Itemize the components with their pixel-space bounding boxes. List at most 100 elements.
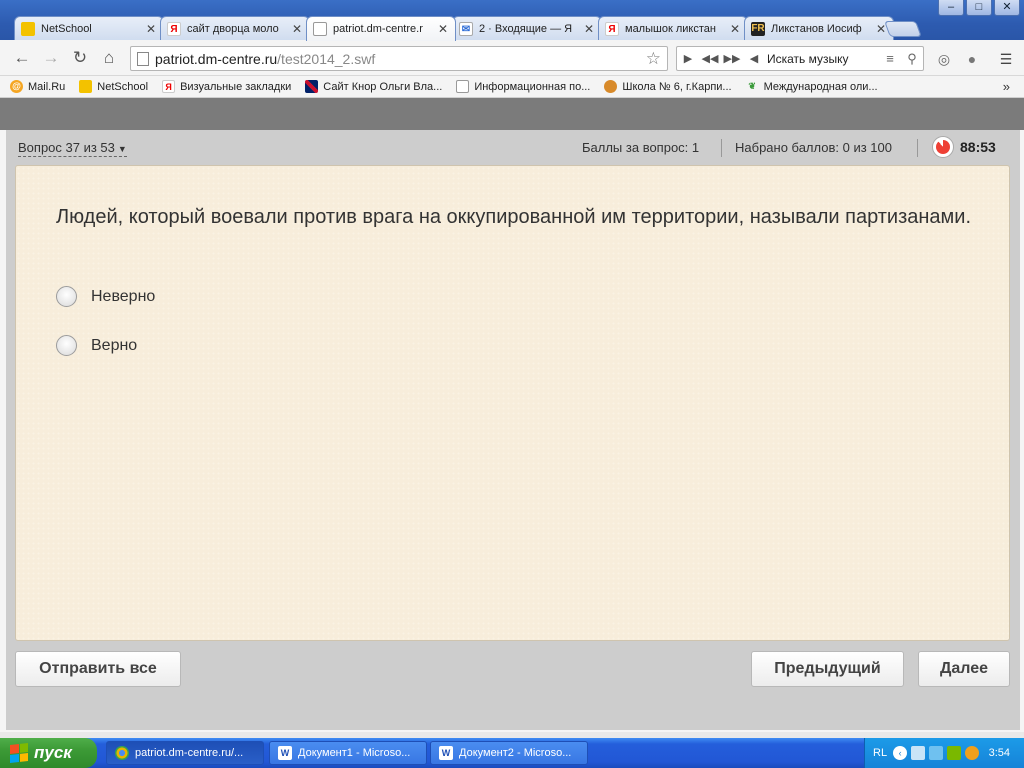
reload-icon[interactable]: ↻ bbox=[70, 48, 90, 68]
network-icon[interactable] bbox=[911, 746, 926, 760]
window-controls: – □ ✕ bbox=[938, 0, 1020, 16]
question-navigator[interactable]: Вопрос 37 из 53 ▼ bbox=[18, 140, 127, 157]
close-icon[interactable]: ✕ bbox=[291, 22, 303, 36]
url-host: patriot.dm-centre.ru bbox=[155, 50, 278, 67]
answer-label[interactable]: Верно bbox=[91, 337, 137, 355]
radio-button[interactable] bbox=[56, 335, 77, 356]
netschool-icon bbox=[21, 22, 35, 36]
clock: 3:54 bbox=[988, 747, 1010, 759]
nvidia-icon[interactable] bbox=[947, 746, 962, 760]
close-icon[interactable]: ✕ bbox=[145, 22, 157, 36]
bookmark-mailru[interactable]: @ Mail.Ru bbox=[10, 80, 65, 93]
extension-icon[interactable]: ◎ bbox=[934, 49, 954, 69]
page-content: Вопрос 37 из 53 ▼ Баллы за вопрос: 1 Набр… bbox=[0, 98, 1024, 732]
tab-title: patriot.dm-centre.r bbox=[333, 23, 423, 35]
answer-option-false[interactable]: Неверно bbox=[56, 286, 155, 307]
bookmark-olympiad[interactable]: ❦ Международная оли... bbox=[746, 80, 878, 93]
tab-yandex-palace[interactable]: Я сайт дворца моло ✕ bbox=[160, 16, 310, 41]
music-search-widget[interactable]: ▶ ◀◀ ▶▶ ◀ Искать музыку ≡ ⚲ bbox=[676, 46, 924, 71]
speaker-icon[interactable]: ◀ bbox=[743, 52, 765, 65]
start-button[interactable]: пуск bbox=[0, 738, 97, 768]
points-total: Набрано баллов: 0 из 100 bbox=[735, 140, 892, 155]
windows-taskbar: пуск patriot.dm-centre.ru/... W Документ… bbox=[0, 738, 1024, 768]
tab-likstanov[interactable]: FR Ликстанов Иосиф ✕ bbox=[744, 16, 894, 41]
bookmark-label: Сайт Кнор Ольги Вла... bbox=[323, 80, 443, 93]
tab-title: малышок ликстан bbox=[625, 23, 716, 35]
bookmark-label: Школа № 6, г.Карпи... bbox=[622, 80, 732, 93]
word-icon: W bbox=[278, 746, 292, 760]
new-tab-button[interactable] bbox=[884, 21, 922, 37]
radio-button[interactable] bbox=[56, 286, 77, 307]
fr-icon: FR bbox=[751, 22, 765, 36]
task-label: Документ1 - Microso... bbox=[298, 747, 411, 759]
bookmark-school6[interactable]: Школа № 6, г.Карпи... bbox=[604, 80, 732, 93]
home-icon[interactable]: ⌂ bbox=[99, 48, 119, 68]
divider bbox=[917, 139, 918, 157]
submit-all-button[interactable]: Отправить все bbox=[15, 651, 181, 687]
page-icon bbox=[456, 80, 470, 93]
page-icon bbox=[313, 22, 327, 36]
tab-malyshok[interactable]: Я малышок ликстан ✕ bbox=[598, 16, 748, 41]
play-icon[interactable]: ▶ bbox=[677, 52, 699, 65]
answer-label[interactable]: Неверно bbox=[91, 288, 155, 306]
browser-tab-strip: NetSchool ✕ Я сайт дворца моло ✕ patriot… bbox=[0, 0, 1024, 41]
taskbar-item-chrome[interactable]: patriot.dm-centre.ru/... bbox=[106, 741, 264, 765]
search-icon[interactable]: ⚲ bbox=[901, 51, 923, 67]
bookmark-star-icon[interactable]: ☆ bbox=[646, 49, 661, 69]
menu-icon[interactable]: ☰ bbox=[996, 49, 1016, 69]
tab-netschool[interactable]: NetSchool ✕ bbox=[14, 16, 164, 41]
system-tray: RL ‹ 3:54 bbox=[864, 738, 1024, 768]
music-search-label[interactable]: Искать музыку bbox=[765, 52, 879, 66]
close-icon[interactable]: ✕ bbox=[729, 22, 741, 36]
answer-option-true[interactable]: Верно bbox=[56, 335, 137, 356]
close-window-button[interactable]: ✕ bbox=[994, 0, 1020, 16]
bookmark-label: Mail.Ru bbox=[28, 80, 66, 93]
mail-icon: ✉ bbox=[459, 22, 473, 36]
monitor-icon[interactable] bbox=[929, 746, 944, 760]
minimize-button[interactable]: – bbox=[938, 0, 964, 16]
flash-top-strip bbox=[0, 98, 1024, 130]
tab-mail[interactable]: ✉ 2 · Входящие — Я ✕ bbox=[452, 16, 602, 41]
tray-arrow-icon[interactable]: ‹ bbox=[893, 746, 908, 760]
leaf-icon: ❦ bbox=[748, 81, 756, 91]
bookmark-label: Визуальные закладки bbox=[180, 80, 292, 93]
question-text: Людей, который воевали против врага на о… bbox=[56, 206, 972, 228]
close-icon[interactable]: ✕ bbox=[437, 22, 449, 36]
previous-button[interactable]: Предыдущий bbox=[751, 651, 904, 687]
update-icon[interactable] bbox=[965, 746, 980, 760]
next-button[interactable]: Далее bbox=[918, 651, 1010, 687]
forward-arrow-icon[interactable]: → bbox=[41, 48, 61, 68]
school-icon bbox=[604, 80, 618, 93]
address-bar[interactable]: patriot.dm-centre.ru /test2014_2.swf ☆ bbox=[130, 46, 668, 71]
bookmark-netschool[interactable]: NetSchool bbox=[79, 80, 148, 93]
bookmarks-bar: @ Mail.Ru NetSchool Я Визуальные закладк… bbox=[0, 76, 1024, 98]
bookmark-label: NetSchool bbox=[97, 80, 149, 93]
tab-patriot[interactable]: patriot.dm-centre.r ✕ bbox=[306, 16, 456, 41]
bookmark-label: Информационная по... bbox=[474, 80, 591, 93]
sync-icon[interactable]: ● bbox=[962, 49, 982, 69]
yandex-icon: Я bbox=[605, 22, 619, 36]
start-label: пуск bbox=[34, 743, 72, 762]
bookmarks-overflow-button[interactable]: » bbox=[1003, 79, 1010, 94]
page-icon bbox=[137, 51, 149, 66]
bookmark-label: Международная оли... bbox=[763, 80, 878, 93]
netschool-icon bbox=[79, 80, 93, 93]
browser-toolbar: ← → ↻ ⌂ patriot.dm-centre.ru /test2014_2… bbox=[0, 40, 1024, 76]
timer-icon bbox=[932, 136, 954, 158]
taskbar-item-document1[interactable]: W Документ1 - Microso... bbox=[269, 741, 427, 765]
rewind-icon[interactable]: ◀◀ bbox=[699, 52, 721, 65]
bookmark-visual[interactable]: Я Визуальные закладки bbox=[162, 80, 291, 93]
taskbar-item-document2[interactable]: W Документ2 - Microso... bbox=[430, 741, 588, 765]
fast-forward-icon[interactable]: ▶▶ bbox=[721, 52, 743, 65]
maximize-button[interactable]: □ bbox=[966, 0, 992, 16]
bookmark-knor[interactable]: Сайт Кнор Ольги Вла... bbox=[305, 80, 442, 93]
close-icon[interactable]: ✕ bbox=[583, 22, 595, 36]
bookmark-info[interactable]: Информационная по... bbox=[456, 80, 590, 93]
language-indicator[interactable]: RL bbox=[873, 747, 887, 759]
chrome-icon bbox=[115, 746, 129, 760]
quiz-panel: Вопрос 37 из 53 ▼ Баллы за вопрос: 1 Набр… bbox=[6, 130, 1020, 730]
url-path: /test2014_2.swf bbox=[277, 50, 376, 67]
caret-down-icon: ▼ bbox=[117, 144, 127, 154]
menu-lines-icon[interactable]: ≡ bbox=[879, 51, 901, 66]
back-arrow-icon[interactable]: ← bbox=[12, 48, 32, 68]
